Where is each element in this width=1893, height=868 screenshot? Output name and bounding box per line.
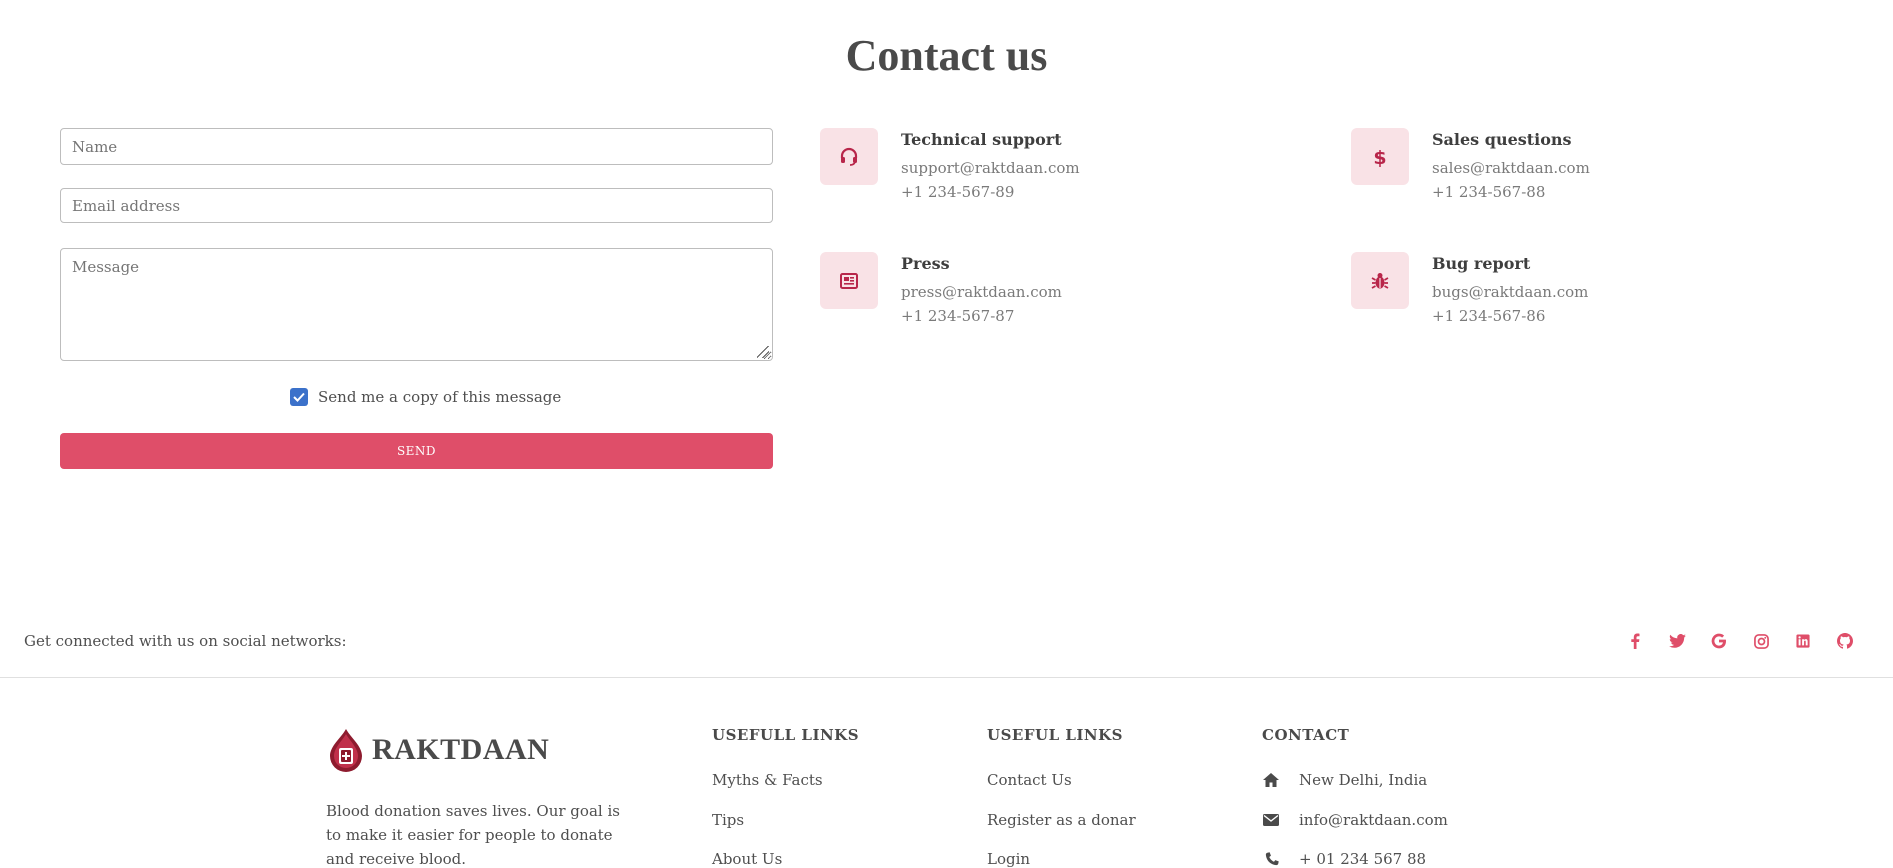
contact-address: New Delhi, India (1262, 771, 1427, 789)
card-phone[interactable]: +1 234-567-88 (1432, 183, 1545, 201)
newspaper-icon (820, 252, 878, 309)
dollar-icon: $ (1351, 128, 1409, 185)
headset-icon (820, 128, 878, 185)
contact-card-sales-questions: $ Sales questions sales@raktdaan.com +1 … (1351, 128, 1831, 218)
footer-description: Blood donation saves lives. Our goal is … (326, 802, 620, 868)
textarea-resize-handle[interactable] (757, 346, 769, 358)
social-icons (1614, 630, 1866, 652)
footer-link-contact-us[interactable]: Contact Us (987, 771, 1072, 789)
google-icon[interactable] (1698, 630, 1740, 652)
footer-contact-col: CONTACT New Delhi, India info@raktdaan.c… (1262, 726, 1448, 868)
card-email[interactable]: press@raktdaan.com (901, 283, 1062, 301)
linkedin-icon[interactable] (1782, 630, 1824, 652)
contact-phone: + 01 234 567 88 (1262, 850, 1426, 868)
footer-link-about-us[interactable]: About Us (712, 850, 782, 868)
contact-phone-text[interactable]: + 01 234 567 88 (1299, 850, 1426, 868)
footer-heading: CONTACT (1262, 726, 1350, 744)
card-email[interactable]: support@raktdaan.com (901, 159, 1080, 177)
footer-heading: USEFUL LINKS (987, 726, 1123, 744)
copy-checkbox-label: Send me a copy of this message (318, 388, 562, 406)
message-textarea[interactable] (60, 248, 773, 361)
copy-checkbox-row[interactable]: Send me a copy of this message (290, 387, 561, 407)
footer: RAKTDAAN Blood donation saves lives. Our… (0, 679, 1893, 868)
instagram-icon[interactable] (1740, 630, 1782, 652)
contact-email-text[interactable]: info@raktdaan.com (1299, 811, 1448, 829)
brand-logo[interactable]: RAKTDAAN (326, 728, 549, 772)
contact-card-press: Press press@raktdaan.com +1 234-567-87 (820, 252, 1300, 342)
social-bar: Get connected with us on social networks… (0, 620, 1893, 678)
card-email[interactable]: bugs@raktdaan.com (1432, 283, 1588, 301)
contact-address-text: New Delhi, India (1299, 771, 1428, 789)
card-title: Sales questions (1432, 130, 1572, 149)
envelope-icon (1262, 811, 1280, 829)
facebook-icon[interactable] (1614, 630, 1656, 652)
twitter-icon[interactable] (1656, 630, 1698, 652)
check-icon (293, 392, 305, 402)
footer-link-tips[interactable]: Tips (712, 811, 744, 829)
blood-drop-logo-icon (330, 729, 362, 772)
social-text: Get connected with us on social networks… (24, 632, 347, 650)
contact-card-technical-support: Technical support support@raktdaan.com +… (820, 128, 1300, 218)
card-phone[interactable]: +1 234-567-86 (1432, 307, 1545, 325)
footer-link-login[interactable]: Login (987, 850, 1030, 868)
svg-text:$: $ (1373, 147, 1386, 168)
send-button[interactable]: SEND (60, 433, 773, 469)
contact-email: info@raktdaan.com (1262, 811, 1448, 829)
footer-link-myths-facts[interactable]: Myths & Facts (712, 771, 823, 789)
contact-card-bug-report: Bug report bugs@raktdaan.com +1 234-567-… (1351, 252, 1831, 342)
copy-checkbox[interactable] (290, 388, 308, 406)
card-phone[interactable]: +1 234-567-89 (901, 183, 1014, 201)
github-icon[interactable] (1824, 630, 1866, 652)
footer-links-col-2: USEFUL LINKS Contact Us Register as a do… (987, 726, 1136, 868)
email-input[interactable] (60, 188, 773, 223)
brand-name: RAKTDAAN (372, 733, 550, 766)
card-phone[interactable]: +1 234-567-87 (901, 307, 1014, 325)
card-email[interactable]: sales@raktdaan.com (1432, 159, 1590, 177)
card-title: Press (901, 254, 950, 273)
bug-icon (1351, 252, 1409, 309)
name-input[interactable] (60, 128, 773, 165)
card-title: Bug report (1432, 254, 1531, 273)
footer-links-col-1: USEFULL LINKS Myths & Facts Tips About U… (712, 726, 860, 868)
footer-link-register-donor[interactable]: Register as a donar (987, 811, 1136, 829)
phone-icon (1262, 850, 1280, 868)
home-icon (1262, 771, 1280, 789)
footer-heading: USEFULL LINKS (712, 726, 860, 744)
card-title: Technical support (901, 130, 1062, 149)
page-title: Contact us (845, 31, 1048, 80)
